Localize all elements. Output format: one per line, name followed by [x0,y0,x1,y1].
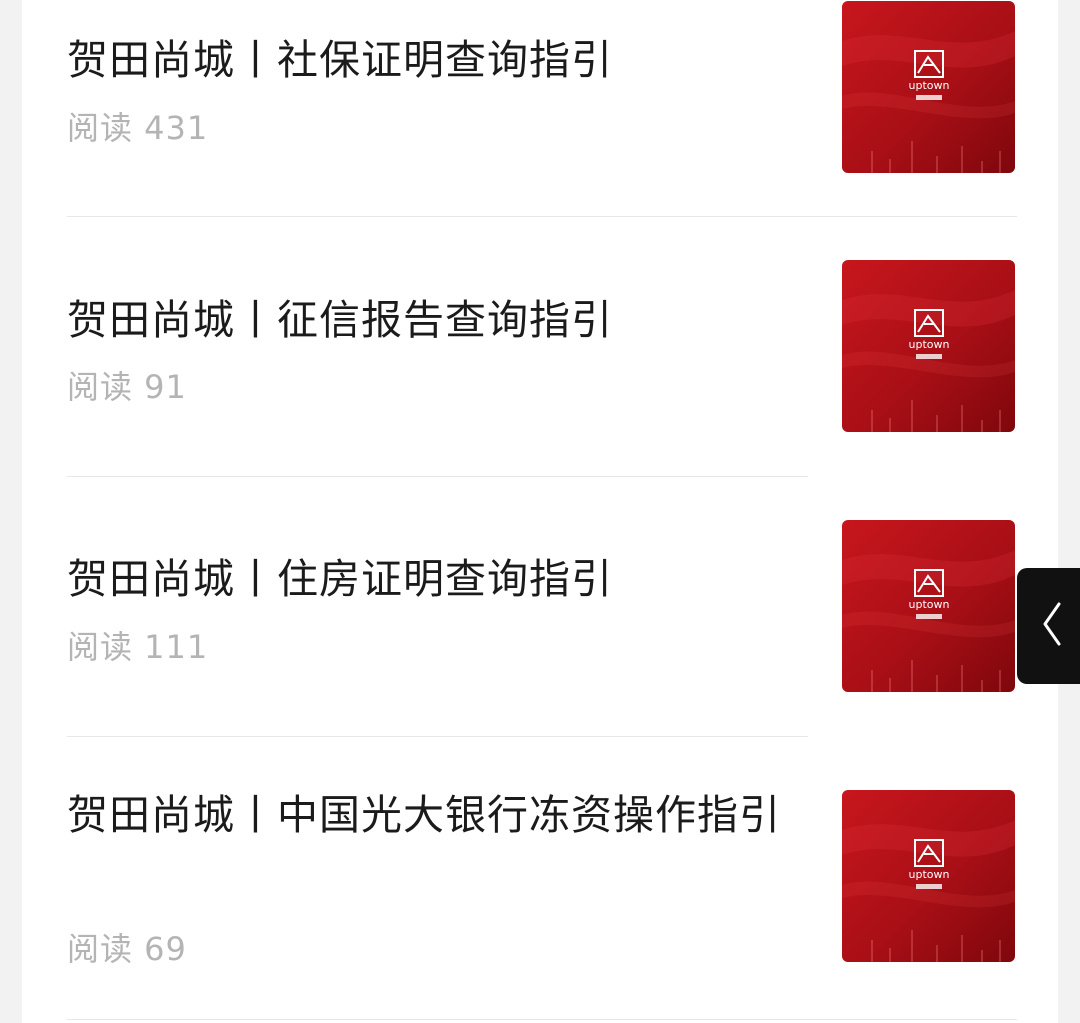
article-thumbnail[interactable]: uptown [842,1,1015,173]
read-count: 阅读 431 [67,109,209,147]
article-thumbnail[interactable]: uptown [842,520,1015,692]
list-item[interactable]: 贺田尚城丨住房证明查询指引 阅读 111 uptown [67,477,1017,736]
article-thumbnail[interactable]: uptown [842,260,1015,432]
divider [67,1019,1017,1020]
list-item[interactable]: 贺田尚城丨征信报告查询指引 阅读 91 uptown [67,217,1017,476]
article-title[interactable]: 贺田尚城丨住房证明查询指引 [67,546,807,612]
list-item[interactable]: 贺田尚城丨中国光大银行冻资操作指引 阅读 69 uptown [67,737,1017,1019]
thumbnail-brand-text: uptown [909,79,950,92]
article-list-page: 贺田尚城丨社保证明查询指引 阅读 431 uptown 贺田尚城丨征信报告查询指… [22,0,1058,1023]
chevron-left-icon[interactable] [1039,600,1065,652]
thumbnail-brand-text: uptown [909,598,950,611]
side-collapse-tab[interactable] [1017,568,1080,684]
thumbnail-brand-text: uptown [909,338,950,351]
article-title[interactable]: 贺田尚城丨社保证明查询指引 [67,27,807,93]
list-item[interactable]: 贺田尚城丨社保证明查询指引 阅读 431 uptown [67,0,1017,216]
article-thumbnail[interactable]: uptown [842,790,1015,962]
read-count: 阅读 69 [67,930,187,968]
thumbnail-brand-text: uptown [909,868,950,881]
read-count: 阅读 91 [67,368,187,406]
article-title[interactable]: 贺田尚城丨中国光大银行冻资操作指引 [67,782,807,848]
read-count: 阅读 111 [67,628,209,666]
article-title[interactable]: 贺田尚城丨征信报告查询指引 [67,287,807,353]
